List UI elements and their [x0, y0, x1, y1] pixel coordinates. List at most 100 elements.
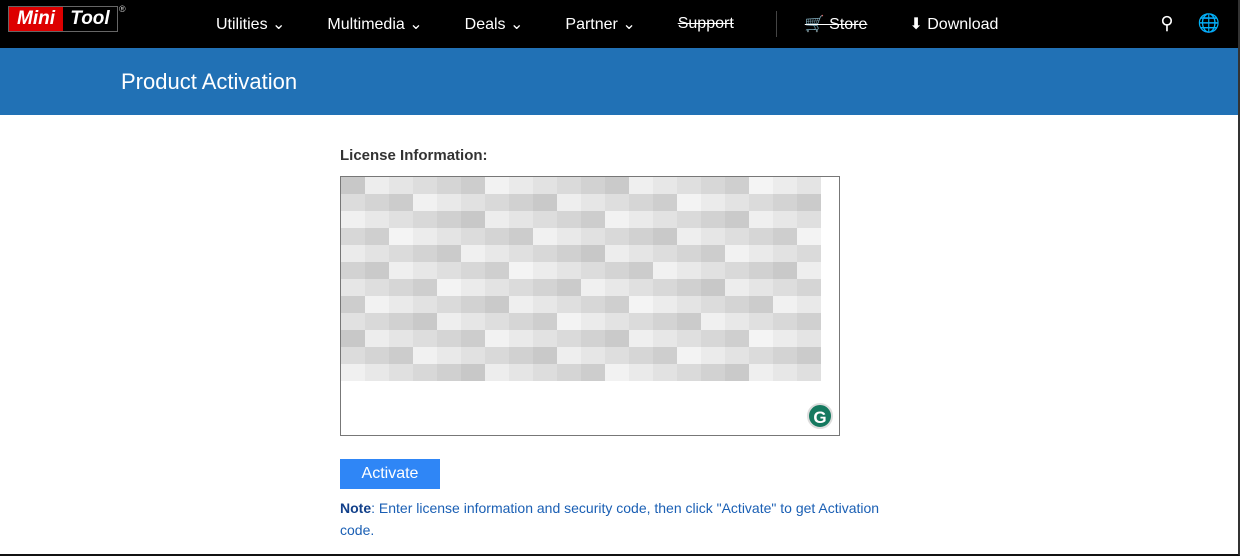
nav-support[interactable]: Support — [678, 15, 734, 33]
nav-store[interactable]: 🛒 Store — [805, 14, 868, 34]
blur-pixel — [581, 313, 605, 330]
blur-pixel — [485, 381, 509, 398]
blur-pixel — [605, 381, 629, 398]
blur-pixel — [557, 279, 581, 296]
blur-pixel — [749, 279, 773, 296]
blur-pixel — [413, 364, 437, 381]
blur-pixel — [677, 313, 701, 330]
blur-pixel — [533, 177, 557, 194]
note-text: Note: Enter license information and secu… — [340, 500, 880, 538]
blur-pixel — [581, 381, 605, 398]
blur-pixel — [557, 211, 581, 228]
blur-pixel — [413, 347, 437, 364]
blur-pixel — [653, 262, 677, 279]
blur-pixel — [749, 194, 773, 211]
blur-pixel — [485, 364, 509, 381]
blur-pixel — [581, 364, 605, 381]
blur-pixel — [413, 262, 437, 279]
license-textarea[interactable]: G — [340, 176, 840, 436]
blur-pixel — [605, 211, 629, 228]
blur-pixel — [773, 279, 797, 296]
blur-pixel — [533, 194, 557, 211]
blur-pixel — [365, 194, 389, 211]
blur-pixel — [509, 245, 533, 262]
nav-divider — [775, 11, 777, 37]
blur-pixel — [773, 330, 797, 347]
blur-pixel — [509, 211, 533, 228]
blur-pixel — [677, 364, 701, 381]
blur-pixel — [557, 262, 581, 279]
blur-pixel — [389, 381, 413, 398]
blur-pixel — [701, 347, 725, 364]
blur-pixel — [437, 313, 461, 330]
blur-pixel — [461, 279, 485, 296]
nav-multimedia[interactable]: Multimedia ⌄ — [327, 14, 422, 34]
blur-pixel — [701, 262, 725, 279]
blur-pixel — [461, 245, 485, 262]
blur-pixel — [341, 279, 365, 296]
license-label: License Information: — [340, 147, 488, 164]
blur-pixel — [461, 313, 485, 330]
blur-pixel — [341, 313, 365, 330]
activate-button[interactable]: Activate — [340, 459, 440, 489]
blur-pixel — [629, 245, 653, 262]
blur-pixel — [509, 313, 533, 330]
blur-pixel — [797, 211, 821, 228]
blur-pixel — [581, 330, 605, 347]
blur-pixel — [461, 228, 485, 245]
blur-pixel — [605, 279, 629, 296]
blur-pixel — [389, 211, 413, 228]
blur-pixel — [365, 381, 389, 398]
nav-download[interactable]: ⬇ Download — [909, 14, 998, 34]
blurred-license-text — [341, 177, 821, 398]
blur-pixel — [509, 347, 533, 364]
blur-pixel — [629, 194, 653, 211]
blur-pixel — [365, 177, 389, 194]
blur-pixel — [485, 228, 509, 245]
blur-pixel — [557, 194, 581, 211]
blur-pixel — [437, 177, 461, 194]
blur-pixel — [749, 296, 773, 313]
search-icon[interactable]: ⚲ — [1160, 13, 1173, 34]
blur-pixel — [557, 347, 581, 364]
blur-pixel — [749, 381, 773, 398]
blur-pixel — [629, 211, 653, 228]
page-title: Product Activation — [0, 48, 1238, 115]
blur-pixel — [677, 228, 701, 245]
blur-pixel — [629, 279, 653, 296]
blur-pixel — [605, 330, 629, 347]
blur-pixel — [365, 228, 389, 245]
blur-pixel — [773, 364, 797, 381]
blur-pixel — [773, 228, 797, 245]
blur-pixel — [701, 381, 725, 398]
blur-pixel — [797, 177, 821, 194]
blur-pixel — [773, 381, 797, 398]
blur-pixel — [749, 313, 773, 330]
blur-pixel — [581, 347, 605, 364]
blur-pixel — [605, 245, 629, 262]
blur-pixel — [725, 228, 749, 245]
nav-deals[interactable]: Deals ⌄ — [465, 14, 524, 34]
blur-pixel — [341, 381, 365, 398]
blur-pixel — [341, 245, 365, 262]
blur-pixel — [749, 262, 773, 279]
blur-pixel — [461, 330, 485, 347]
nav-utilities[interactable]: Utilities ⌄ — [216, 14, 285, 34]
blur-pixel — [341, 177, 365, 194]
blur-pixel — [725, 279, 749, 296]
blur-pixel — [485, 177, 509, 194]
blur-pixel — [413, 177, 437, 194]
blur-pixel — [725, 194, 749, 211]
minitool-logo[interactable]: Mini Tool — [8, 6, 118, 32]
blur-pixel — [461, 262, 485, 279]
blur-pixel — [533, 245, 557, 262]
blur-pixel — [413, 313, 437, 330]
blur-pixel — [389, 279, 413, 296]
globe-icon[interactable]: 🌐 — [1198, 13, 1220, 34]
blur-pixel — [437, 245, 461, 262]
blur-pixel — [509, 194, 533, 211]
blur-pixel — [341, 228, 365, 245]
blur-pixel — [677, 245, 701, 262]
grammarly-icon[interactable]: G — [807, 403, 833, 429]
nav-partner[interactable]: Partner ⌄ — [565, 14, 635, 34]
